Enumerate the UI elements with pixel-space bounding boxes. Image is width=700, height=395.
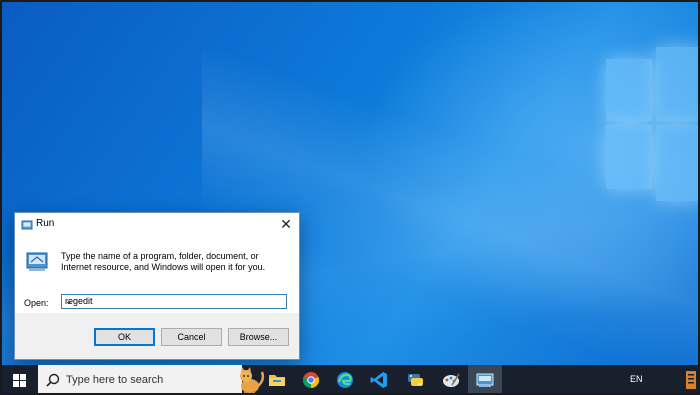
python-icon bbox=[408, 374, 423, 386]
run-dialog-title: Run bbox=[36, 218, 55, 229]
windows-start-icon bbox=[13, 374, 26, 387]
taskbar-run[interactable] bbox=[468, 365, 502, 393]
taskbar-vscode[interactable] bbox=[362, 365, 396, 393]
taskbar-edge[interactable] bbox=[328, 365, 362, 393]
language-indicator[interactable]: EN bbox=[630, 374, 643, 384]
taskbar-python[interactable] bbox=[398, 365, 432, 393]
search-icon bbox=[46, 373, 60, 392]
run-icon bbox=[476, 373, 494, 387]
cancel-button[interactable]: Cancel bbox=[161, 328, 222, 346]
edge-icon bbox=[337, 372, 353, 388]
close-icon[interactable]: ✕ bbox=[273, 213, 299, 235]
browse-button[interactable]: Browse... bbox=[228, 328, 289, 346]
paint-icon bbox=[443, 373, 460, 387]
chevron-down-icon[interactable]: ⌄ bbox=[65, 296, 283, 307]
notification-icon[interactable] bbox=[686, 371, 696, 393]
run-dialog-titlebar[interactable]: Run ✕ bbox=[15, 213, 299, 235]
taskbar-paint[interactable] bbox=[434, 365, 468, 393]
screen-frame: Run ✕ Type the name of a program, folder… bbox=[0, 0, 700, 395]
run-program-icon bbox=[25, 251, 49, 278]
open-label: Open: bbox=[24, 298, 49, 308]
vscode-icon bbox=[370, 372, 387, 388]
run-dialog-description: Type the name of a program, folder, docu… bbox=[61, 251, 266, 272]
start-button[interactable] bbox=[2, 365, 38, 393]
taskbar-search-box[interactable]: Type here to search bbox=[38, 365, 265, 393]
run-icon bbox=[21, 218, 33, 236]
open-combobox[interactable]: regedit ⌄ bbox=[61, 294, 287, 309]
chrome-icon bbox=[302, 372, 320, 389]
taskbar-file-explorer[interactable] bbox=[260, 365, 294, 393]
run-dialog-body: Type the name of a program, folder, docu… bbox=[15, 235, 299, 313]
search-placeholder: Type here to search bbox=[66, 374, 164, 386]
taskbar: Type here to search EN bbox=[2, 365, 698, 393]
run-dialog: Run ✕ Type the name of a program, folder… bbox=[14, 212, 300, 360]
taskbar-chrome[interactable] bbox=[294, 365, 328, 393]
ok-button[interactable]: OK bbox=[94, 328, 155, 346]
folder-icon bbox=[269, 375, 285, 386]
